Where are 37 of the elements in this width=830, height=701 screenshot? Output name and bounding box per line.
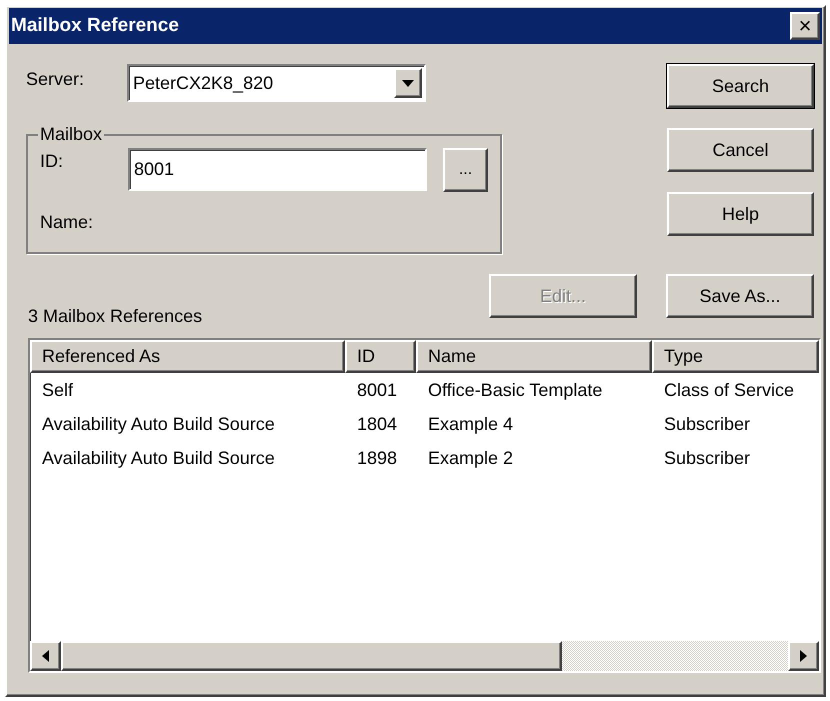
id-label: ID: <box>40 150 64 173</box>
list-cell: Office-Basic Template <box>428 380 602 400</box>
list-cell: 1898 <box>357 448 398 468</box>
list-cell: Availability Auto Build Source <box>42 414 275 434</box>
column-header[interactable]: Referenced As <box>30 340 345 373</box>
server-dropdown[interactable]: PeterCX2K8_820 <box>127 64 426 102</box>
scroll-thumb[interactable] <box>61 641 562 671</box>
list-row[interactable]: Availability Auto Build Source 1898 Example 2 Subscriber <box>30 441 819 475</box>
list-cell: Self <box>42 380 74 400</box>
list-cell: Example 2 <box>428 448 514 468</box>
id-field[interactable]: 8001 <box>128 148 427 191</box>
horizontal-scrollbar[interactable] <box>30 641 819 671</box>
dialog-button[interactable]: Cancel <box>667 128 814 172</box>
references-count: 3 Mailbox References <box>28 305 202 328</box>
column-header[interactable]: Name <box>416 340 652 373</box>
close-button[interactable]: × <box>790 12 820 40</box>
list-row[interactable]: Self 8001 Office-Basic Template Class of Service <box>30 373 819 407</box>
list-cell: Subscriber <box>664 448 750 468</box>
scroll-left-icon[interactable] <box>30 641 61 671</box>
name-label: Name: <box>40 211 94 234</box>
list-cell: Availability Auto Build Source <box>42 448 275 468</box>
group-legend: Mailbox <box>38 121 104 148</box>
list-cell: 8001 <box>357 380 398 400</box>
server-label: Server: <box>26 68 86 91</box>
dialog-button[interactable]: Search <box>667 64 814 108</box>
scroll-right-icon[interactable] <box>788 641 819 671</box>
browse-button[interactable]: ... <box>443 148 488 192</box>
column-header[interactable]: Type <box>652 340 819 373</box>
list-action-button[interactable]: Save As... <box>666 274 814 318</box>
list-cell: Subscriber <box>664 414 750 434</box>
dialog-button[interactable]: Help <box>667 192 814 236</box>
list-cell: Example 4 <box>428 414 514 434</box>
column-header[interactable]: ID <box>345 340 416 373</box>
window-title: Mailbox Reference <box>11 14 179 38</box>
list-cell: 1804 <box>357 414 398 434</box>
list-row[interactable]: Availability Auto Build Source 1804 Example 4 Subscriber <box>30 407 819 441</box>
list-cell: Class of Service <box>664 380 794 400</box>
